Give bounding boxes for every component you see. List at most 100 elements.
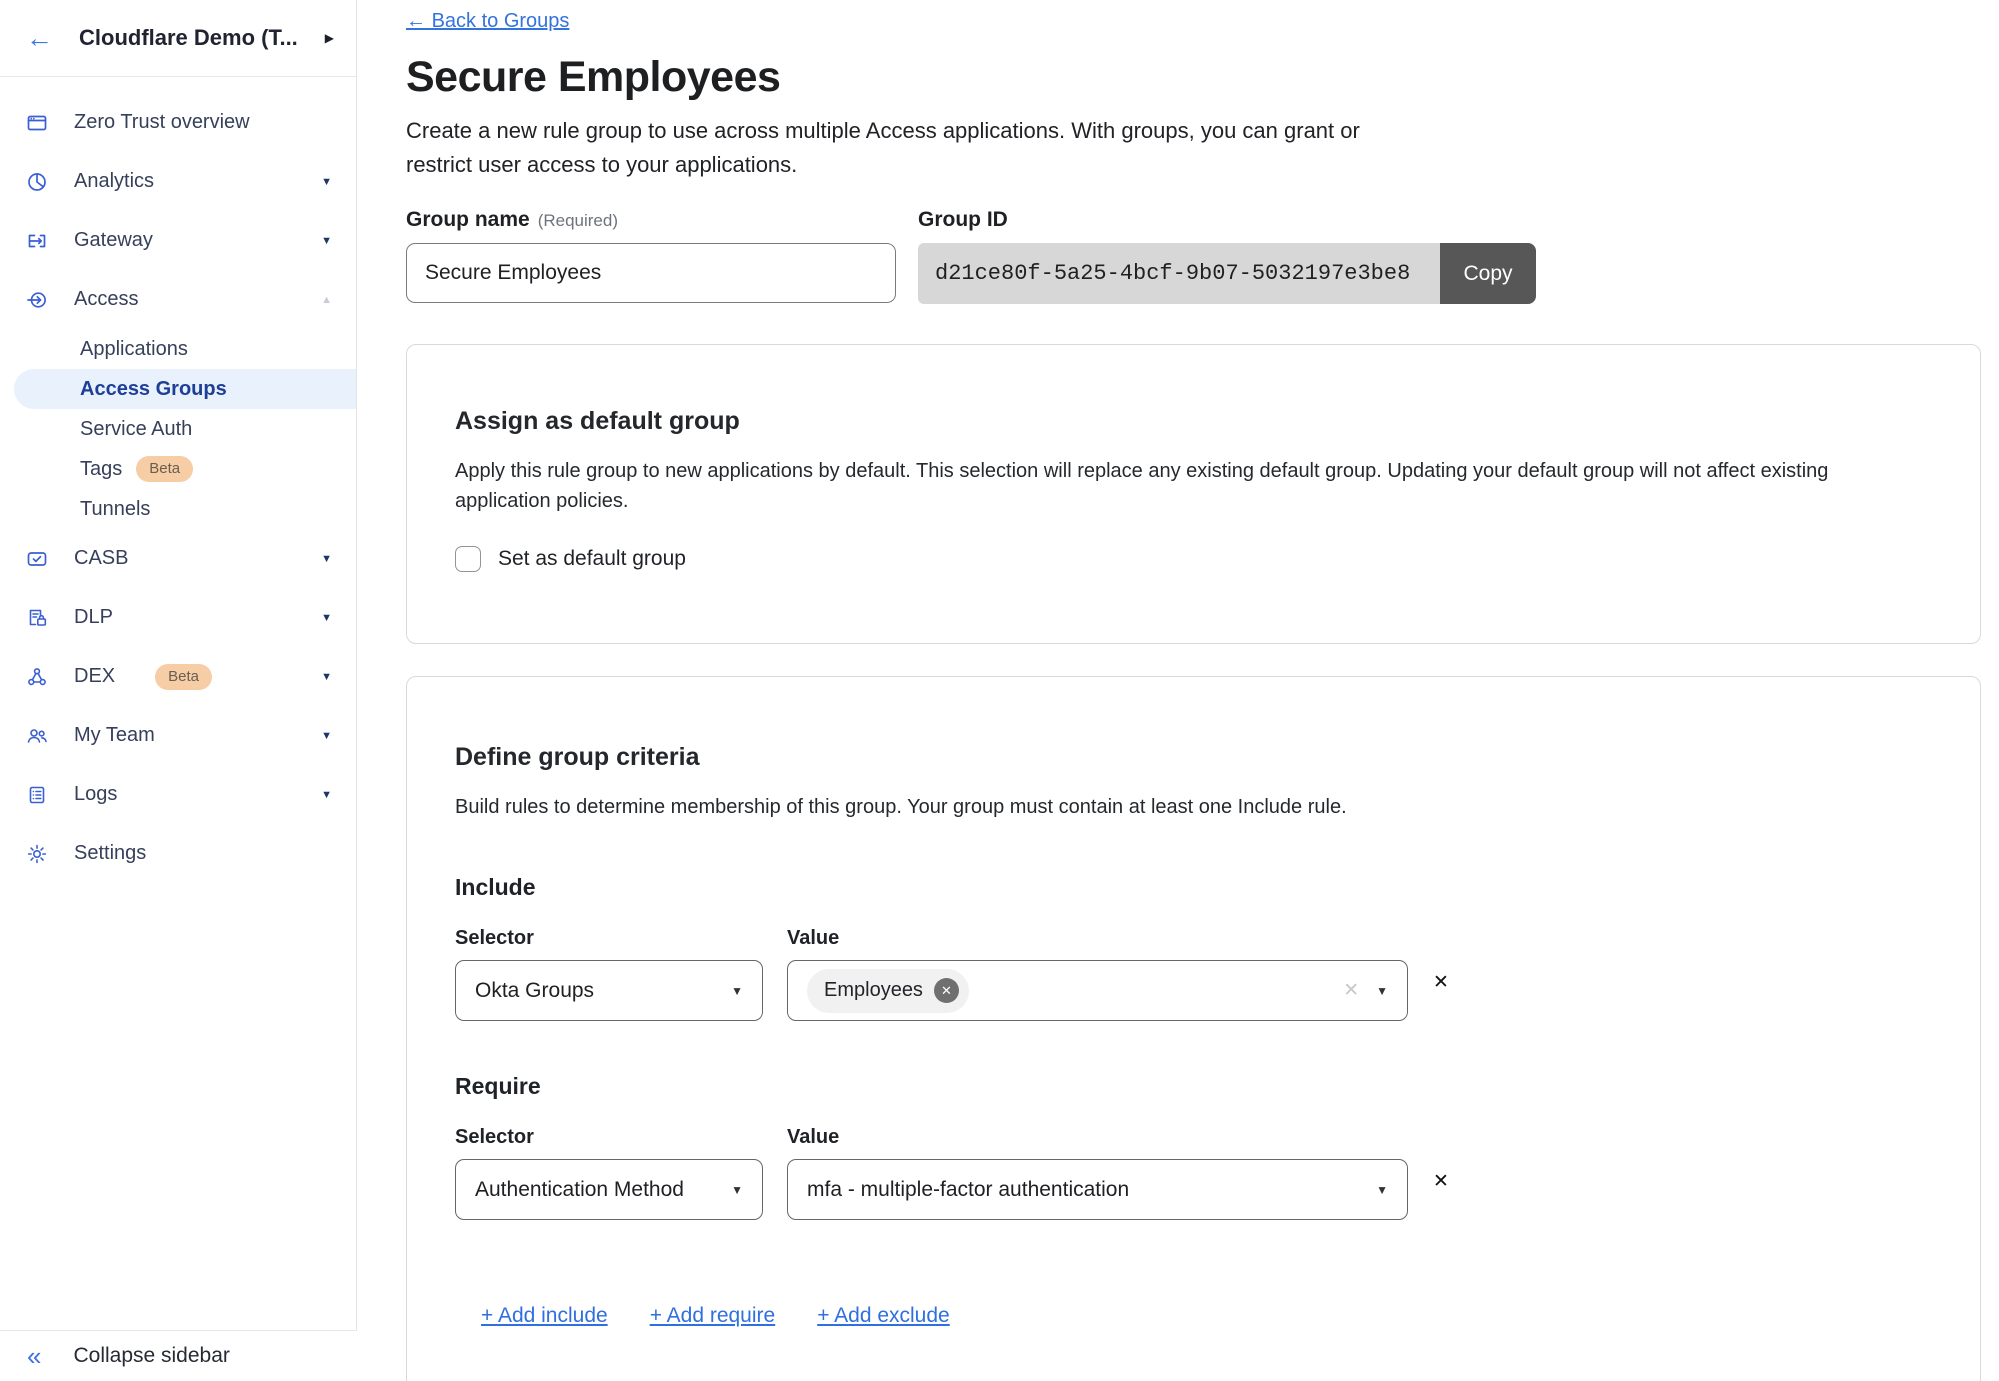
- sidebar-item-access[interactable]: Access ▲: [0, 270, 356, 329]
- sidebar-subitem-label: Access Groups: [80, 378, 227, 401]
- chevron-down-icon: ▼: [731, 984, 743, 998]
- require-rule-row: Authentication Method ▼ mfa - multiple-f…: [455, 1159, 1932, 1220]
- list-document-icon: [26, 784, 48, 806]
- sidebar-item-label: Gateway: [74, 229, 153, 252]
- sidebar-item-zero-trust-overview[interactable]: Zero Trust overview: [0, 93, 356, 152]
- page-title: Secure Employees: [406, 53, 1999, 102]
- value-label: Value: [787, 927, 839, 950]
- group-name-label: Group name: [406, 208, 530, 231]
- page-description: Create a new rule group to use across mu…: [406, 114, 1391, 182]
- casb-check-icon: [26, 548, 48, 570]
- beta-badge: Beta: [136, 456, 193, 482]
- collapse-sidebar-label: Collapse sidebar: [73, 1344, 229, 1368]
- define-group-criteria-title: Define group criteria: [455, 743, 1932, 772]
- sidebar-item-settings[interactable]: Settings: [0, 824, 356, 883]
- access-icon: [26, 289, 48, 311]
- assign-default-group-card: Assign as default group Apply this rule …: [406, 344, 1981, 644]
- pie-chart-icon: [26, 171, 48, 193]
- sidebar-item-tags[interactable]: Tags Beta: [0, 449, 356, 489]
- chevron-down-icon[interactable]: ▼: [321, 671, 332, 683]
- require-heading: Require: [455, 1073, 1932, 1100]
- back-to-groups-link[interactable]: ← Back to Groups: [406, 10, 569, 33]
- sidebar-subitem-label: Applications: [80, 338, 188, 361]
- include-selector-value: Okta Groups: [475, 979, 594, 1003]
- sidebar-item-logs[interactable]: Logs ▼: [0, 765, 356, 824]
- chevron-down-icon[interactable]: ▼: [321, 730, 332, 742]
- group-id-value: d21ce80f-5a25-4bcf-9b07-5032197e3be8: [918, 243, 1440, 304]
- sidebar-item-dex[interactable]: DEX Beta ▼: [0, 647, 356, 706]
- add-require-link[interactable]: + Add require: [650, 1304, 776, 1328]
- employees-chip: Employees ✕: [807, 969, 969, 1013]
- left-arrow-icon: ←: [406, 10, 426, 32]
- sidebar-subitem-label: Tags: [80, 458, 122, 481]
- collapse-sidebar-button[interactable]: « Collapse sidebar: [0, 1330, 357, 1381]
- remove-chip-icon[interactable]: ✕: [934, 978, 959, 1003]
- chevron-down-icon[interactable]: ▼: [321, 553, 332, 565]
- sidebar-nav: Zero Trust overview Analytics ▼ Gateway …: [0, 77, 356, 883]
- back-arrow-icon[interactable]: ←: [26, 25, 53, 52]
- chevron-down-icon[interactable]: ▼: [321, 612, 332, 624]
- group-name-id-row: Group name (Required) Group ID d21ce80f-5…: [406, 208, 1999, 304]
- set-default-group-label: Set as default group: [498, 547, 686, 571]
- double-chevron-left-icon: «: [27, 1343, 41, 1369]
- cloudflare-zero-trust-app: ← Cloudflare Demo (T... ▶ Zero Trust ove…: [0, 0, 1999, 1381]
- sidebar-subitem-label: Service Auth: [80, 418, 192, 441]
- require-value-text: mfa - multiple-factor authentication: [807, 1178, 1129, 1202]
- assign-default-group-description: Apply this rule group to new application…: [455, 456, 1885, 516]
- add-exclude-link[interactable]: + Add exclude: [817, 1304, 950, 1328]
- add-include-link[interactable]: + Add include: [481, 1304, 608, 1328]
- sidebar-item-label: DLP: [74, 606, 113, 629]
- gateway-icon: [26, 230, 48, 252]
- require-selector-dropdown[interactable]: Authentication Method ▼: [455, 1159, 763, 1220]
- chevron-down-icon[interactable]: ▼: [321, 789, 332, 801]
- clear-values-icon[interactable]: ✕: [1343, 979, 1359, 1002]
- remove-require-rule-button[interactable]: ✕: [1433, 1170, 1449, 1193]
- document-lock-icon: [26, 607, 48, 629]
- require-value-dropdown[interactable]: mfa - multiple-factor authentication ▼: [787, 1159, 1408, 1220]
- include-value-multiselect[interactable]: Employees ✕ ✕ ▼: [787, 960, 1408, 1021]
- group-name-input[interactable]: [406, 243, 896, 303]
- add-rule-links: + Add include + Add require + Add exclud…: [481, 1304, 1932, 1328]
- value-label: Value: [787, 1126, 839, 1149]
- sidebar-item-label: Analytics: [74, 170, 154, 193]
- define-group-criteria-description: Build rules to determine membership of t…: [455, 792, 1885, 822]
- sidebar-item-tunnels[interactable]: Tunnels: [0, 489, 356, 529]
- include-selector-dropdown[interactable]: Okta Groups ▼: [455, 960, 763, 1021]
- chip-label: Employees: [824, 979, 923, 1002]
- chevron-down-icon: ▼: [1376, 984, 1388, 998]
- sidebar-item-applications[interactable]: Applications: [0, 329, 356, 369]
- sidebar-item-label: DEX: [74, 665, 115, 688]
- chevron-up-icon[interactable]: ▲: [321, 294, 332, 306]
- set-default-group-row: Set as default group: [455, 546, 1932, 572]
- assign-default-group-title: Assign as default group: [455, 407, 1932, 436]
- beta-badge: Beta: [155, 664, 212, 690]
- sidebar-item-access-groups[interactable]: Access Groups: [14, 369, 356, 409]
- include-rule-row: Okta Groups ▼ Employees ✕ ✕ ▼ ✕: [455, 960, 1932, 1021]
- sidebar-item-casb[interactable]: CASB ▼: [0, 529, 356, 588]
- chevron-down-icon[interactable]: ▼: [321, 176, 332, 188]
- set-default-group-checkbox[interactable]: [455, 546, 481, 572]
- sidebar-item-my-team[interactable]: My Team ▼: [0, 706, 356, 765]
- require-column-labels: Selector Value: [455, 1126, 1932, 1149]
- network-nodes-icon: [26, 666, 48, 688]
- include-heading: Include: [455, 874, 1932, 901]
- chevron-down-icon[interactable]: ▼: [321, 235, 332, 247]
- people-icon: [26, 725, 48, 747]
- define-group-criteria-card: Define group criteria Build rules to det…: [406, 676, 1981, 1381]
- sidebar-item-analytics[interactable]: Analytics ▼: [0, 152, 356, 211]
- sidebar-subitem-label: Tunnels: [80, 498, 150, 521]
- remove-include-rule-button[interactable]: ✕: [1433, 971, 1449, 994]
- sidebar-item-service-auth[interactable]: Service Auth: [0, 409, 356, 449]
- sidebar-item-gateway[interactable]: Gateway ▼: [0, 211, 356, 270]
- required-hint: (Required): [538, 211, 618, 230]
- require-selector-value: Authentication Method: [475, 1178, 684, 1202]
- sidebar-item-dlp[interactable]: DLP ▼: [0, 588, 356, 647]
- chevron-down-icon: ▼: [1376, 1183, 1388, 1197]
- sidebar-item-label: Zero Trust overview: [74, 111, 250, 134]
- selector-label: Selector: [455, 927, 787, 950]
- chevron-right-icon[interactable]: ▶: [325, 31, 334, 45]
- browser-window-icon: [26, 112, 48, 134]
- sidebar-item-label: Logs: [74, 783, 117, 806]
- group-id-label: Group ID: [918, 208, 1536, 232]
- copy-button[interactable]: Copy: [1440, 243, 1536, 304]
